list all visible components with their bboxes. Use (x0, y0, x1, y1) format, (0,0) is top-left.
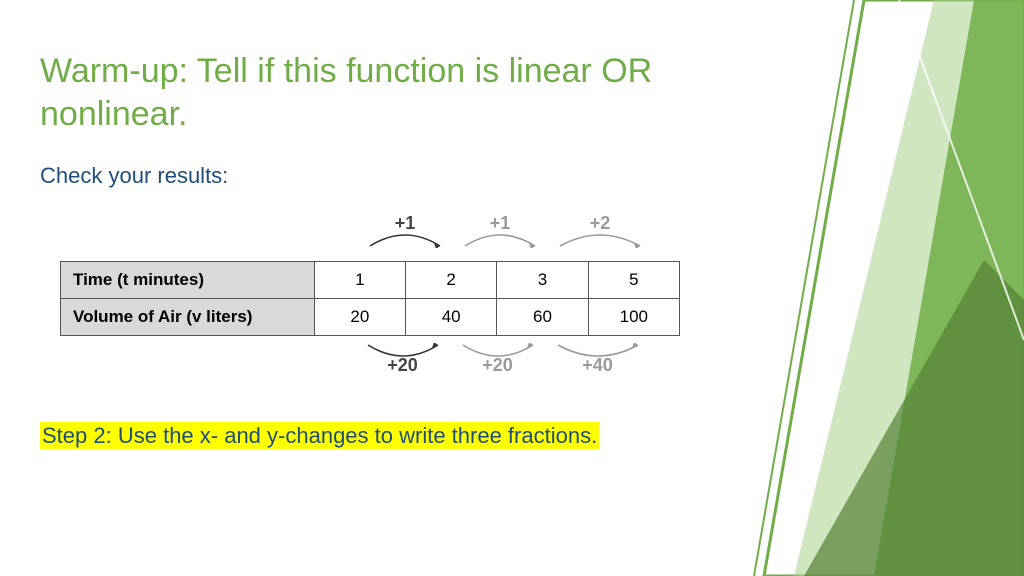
function-table-figure: +1 +1 +2 Time (t minutes) 1 2 3 5 Volume… (60, 213, 700, 383)
delta-y-3: +40 (545, 355, 650, 376)
row1-header: Time (t minutes) (61, 262, 315, 299)
slide-subtitle: Check your results: (40, 163, 760, 189)
cell-v-1: 20 (314, 299, 405, 336)
cell-v-4: 100 (588, 299, 679, 336)
data-table: Time (t minutes) 1 2 3 5 Volume of Air (… (60, 261, 680, 336)
cell-t-1: 1 (314, 262, 405, 299)
cell-t-2: 2 (406, 262, 497, 299)
cell-t-4: 5 (588, 262, 679, 299)
row2-header: Volume of Air (v liters) (61, 299, 315, 336)
step-2-instruction: Step 2: Use the x- and y-changes to writ… (40, 423, 760, 449)
slide-title: Warm-up: Tell if this function is linear… (40, 50, 760, 135)
cell-v-3: 60 (497, 299, 588, 336)
cell-v-2: 40 (406, 299, 497, 336)
delta-y-1: +20 (355, 355, 450, 376)
cell-t-3: 3 (497, 262, 588, 299)
delta-y-2: +20 (450, 355, 545, 376)
